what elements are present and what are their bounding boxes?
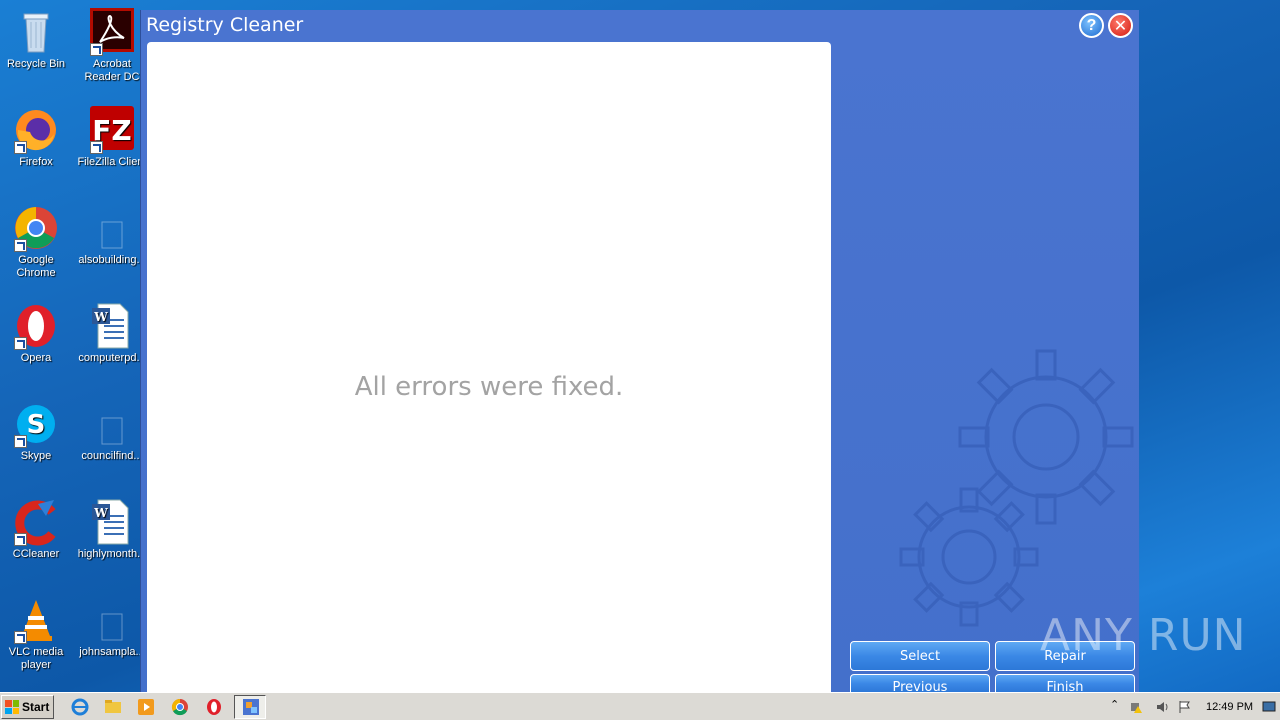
- volume-icon[interactable]: [1155, 700, 1169, 714]
- previous-button[interactable]: Previous: [850, 674, 990, 692]
- help-button[interactable]: ?: [1079, 13, 1104, 38]
- close-button[interactable]: ✕: [1108, 13, 1133, 38]
- network-warning-icon[interactable]: [1130, 700, 1144, 714]
- chrome-icon: [12, 204, 60, 252]
- opera-taskbar-icon[interactable]: [205, 698, 223, 716]
- status-message: All errors were fixed.: [354, 372, 624, 402]
- desktop-icon-vlc[interactable]: VLC media player: [0, 596, 72, 672]
- word-document-icon: W: [88, 498, 136, 546]
- desktop-icon-opera[interactable]: Opera: [0, 302, 72, 365]
- close-icon: ✕: [1113, 17, 1128, 35]
- media-player-icon[interactable]: [137, 698, 155, 716]
- windows-logo-icon: [5, 700, 19, 714]
- anyrun-watermark: ANY RUN: [1040, 610, 1247, 661]
- skype-icon: S: [12, 400, 60, 448]
- desktop-icon-councilfind[interactable]: councilfind...: [76, 400, 148, 463]
- taskbar: Start ⌃ 12:49 PM: [0, 692, 1280, 720]
- ccleaner-icon: [12, 498, 60, 546]
- acrobat-icon: [88, 8, 136, 56]
- firefox-icon: [12, 106, 60, 154]
- tray-expand-icon[interactable]: ⌃: [1110, 698, 1124, 712]
- desktop-icon-skype[interactable]: S Skype: [0, 400, 72, 463]
- svg-text:S: S: [27, 410, 46, 440]
- opera-icon: [12, 302, 60, 350]
- file-explorer-icon[interactable]: [104, 698, 122, 716]
- internet-explorer-icon[interactable]: [71, 698, 89, 716]
- start-label: Start: [22, 700, 50, 714]
- desktop-icon-computerpd[interactable]: W computerpd...: [76, 302, 148, 365]
- desktop-icon-google-chrome[interactable]: Google Chrome: [0, 204, 72, 280]
- svg-text:W: W: [93, 506, 108, 520]
- blank-file-icon: [88, 596, 136, 644]
- desktop-icon-filezilla[interactable]: FZ FileZilla Client: [76, 106, 148, 169]
- registry-cleaner-taskbar-button[interactable]: [234, 695, 266, 719]
- desktop-icon-acrobat[interactable]: Acrobat Reader DC: [76, 8, 148, 84]
- clock[interactable]: 12:49 PM: [1206, 701, 1253, 713]
- blank-file-icon: [88, 204, 136, 252]
- help-icon: ?: [1086, 16, 1097, 34]
- registry-cleaner-window: Registry Cleaner ? ✕ All errors were fix…: [140, 10, 1139, 692]
- recycle-bin-icon: [12, 8, 60, 56]
- word-document-icon: W: [88, 302, 136, 350]
- start-button[interactable]: Start: [1, 695, 54, 719]
- gears-decoration-icon: [899, 349, 1134, 627]
- action-center-flag-icon[interactable]: [1178, 700, 1192, 714]
- show-desktop-icon[interactable]: [1262, 700, 1276, 714]
- finish-button[interactable]: Finish: [995, 674, 1135, 692]
- filezilla-icon: FZ: [88, 106, 136, 154]
- desktop-icon-alsobuilding[interactable]: alsobuilding...: [76, 204, 148, 267]
- select-button[interactable]: Select: [850, 641, 990, 671]
- results-panel: All errors were fixed.: [147, 42, 831, 692]
- registry-cleaner-icon: [243, 699, 259, 715]
- desktop-icon-highlymonth[interactable]: W highlymonth...: [76, 498, 148, 561]
- desktop-icon-johnsampla[interactable]: johnsampla...: [76, 596, 148, 659]
- blank-file-icon: [88, 400, 136, 448]
- window-title: Registry Cleaner: [146, 14, 304, 36]
- vlc-icon: [12, 596, 60, 644]
- chrome-taskbar-icon[interactable]: [171, 698, 189, 716]
- desktop-icon-firefox[interactable]: Firefox: [0, 106, 72, 169]
- svg-text:W: W: [93, 310, 108, 324]
- desktop-icon-recycle-bin[interactable]: Recycle Bin: [0, 8, 72, 71]
- desktop-icon-ccleaner[interactable]: CCleaner: [0, 498, 72, 561]
